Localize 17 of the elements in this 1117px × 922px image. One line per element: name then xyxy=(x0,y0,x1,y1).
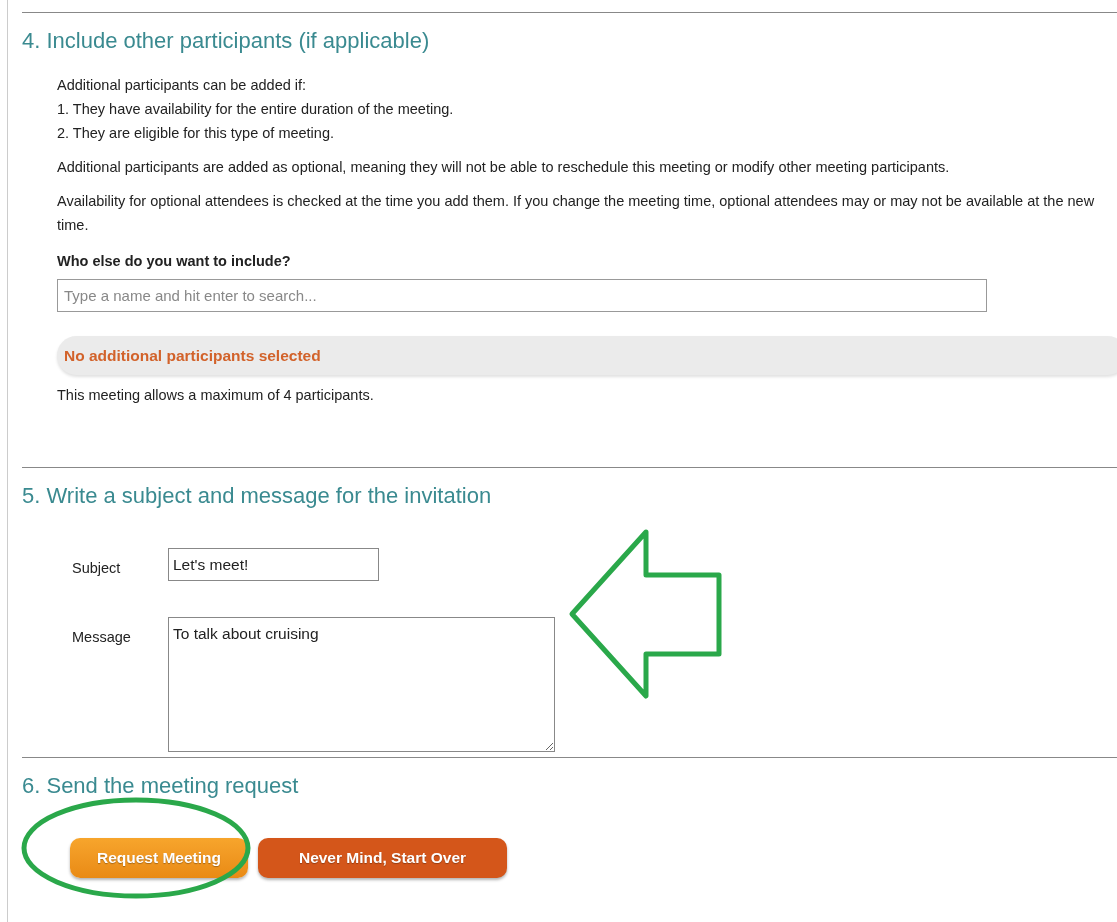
question-label: Who else do you want to include? xyxy=(57,252,292,271)
paragraph: 2. They are eligible for this type of meeting. xyxy=(57,124,335,143)
paragraph: Additional participants are added as optional, meaning they will not be able to reschedule this meeting or modify other meeting participants. xyxy=(57,158,951,177)
section-heading: 5. Write a subject and message for the invitation xyxy=(22,482,493,510)
section-heading: 6. Send the meeting request xyxy=(22,772,300,800)
start-over-button[interactable]: Never Mind, Start Over xyxy=(258,838,507,878)
subject-field[interactable]: Let's meet! xyxy=(168,548,379,581)
notice-text: No additional participants selected xyxy=(64,345,321,366)
paragraph: 1. They have availability for the entire duration of the meeting. xyxy=(57,100,455,119)
limit-note: This meeting allows a maximum of 4 participants. xyxy=(57,385,375,405)
field-label: Message xyxy=(72,628,132,647)
field-label: Subject xyxy=(72,559,122,578)
search-field[interactable]: Type a name and hit enter to search... xyxy=(57,278,987,312)
section-heading: 4. Include other participants (if applicable) xyxy=(22,27,431,55)
paragraph: Additional participants can be added if: xyxy=(57,76,308,95)
message-field[interactable]: To talk about cruising xyxy=(168,617,555,752)
paragraph: Availability for optional attendees is checked at the time you add them. If you change the meeting time, optional attendees may or may not be available at the new time. xyxy=(57,192,1096,235)
